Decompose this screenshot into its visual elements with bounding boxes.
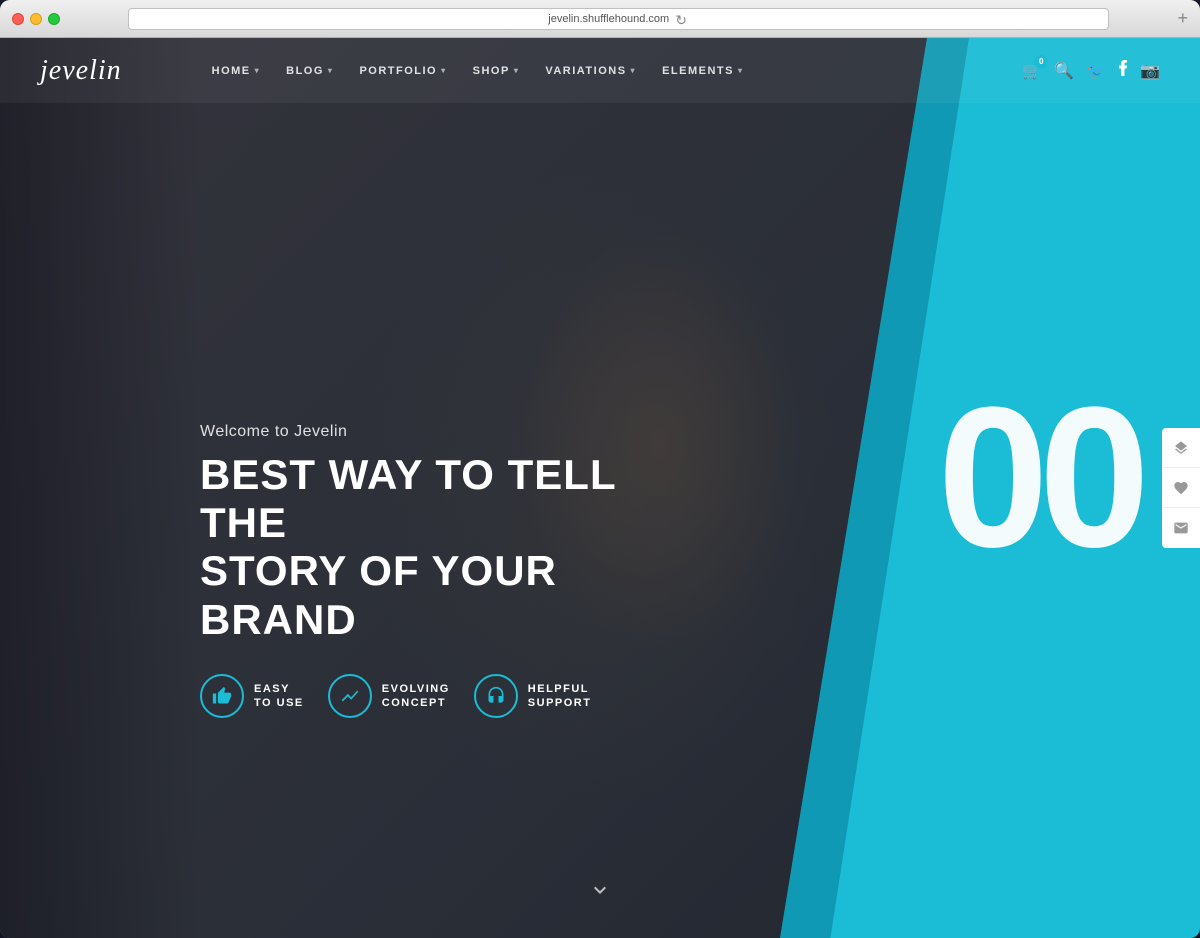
feature-helpful-support: HELPFULSUPPORT <box>474 674 592 718</box>
hero-content: Welcome to Jevelin BEST WAY TO TELL THE … <box>200 423 660 718</box>
nav-item-blog[interactable]: BLOG ▾ <box>276 61 343 81</box>
chevron-down-icon: ▾ <box>255 66 261 75</box>
website-content: 00 jevelin HOME ▾ BLOG ▾ PORTFOLIO ▾ <box>0 38 1200 938</box>
heart-icon[interactable] <box>1162 468 1200 508</box>
new-tab-button[interactable]: + <box>1177 8 1188 29</box>
evolving-concept-label: EVOLVINGCONCEPT <box>382 682 450 711</box>
sidebar-icons <box>1162 428 1200 548</box>
address-bar[interactable]: jevelin.shufflehound.com ↻ <box>128 8 1109 30</box>
helpful-support-label: HELPFULSUPPORT <box>528 682 592 711</box>
hero-title: BEST WAY TO TELL THE STORY OF YOUR BRAND <box>200 451 660 644</box>
feature-evolving-concept: EVOLVINGCONCEPT <box>328 674 450 718</box>
scroll-down-button[interactable] <box>588 878 612 908</box>
traffic-lights <box>12 13 60 25</box>
chevron-down-icon: ▾ <box>441 66 447 75</box>
nav-item-shop[interactable]: SHOP ▾ <box>463 61 530 81</box>
features-row: EASYTO USE EVOLVINGCONCEPT <box>200 674 660 718</box>
mail-icon[interactable] <box>1162 508 1200 548</box>
navbar: jevelin HOME ▾ BLOG ▾ PORTFOLIO ▾ SHOP ▾ <box>0 38 1200 103</box>
browser-window: jevelin.shufflehound.com ↻ + 00 jevelin … <box>0 0 1200 938</box>
site-logo[interactable]: jevelin <box>40 55 122 87</box>
nav-item-portfolio[interactable]: PORTFOLIO ▾ <box>349 61 456 81</box>
nav-icon-group: 🛒 0 🔍 🐦 📷 <box>1022 59 1160 82</box>
browser-titlebar: jevelin.shufflehound.com ↻ + <box>0 0 1200 38</box>
chevron-down-icon: ▾ <box>328 66 334 75</box>
easy-to-use-label: EASYTO USE <box>254 682 304 711</box>
thumbs-up-icon <box>200 674 244 718</box>
search-icon[interactable]: 🔍 <box>1054 61 1074 81</box>
hero-subtitle: Welcome to Jevelin <box>200 423 660 441</box>
nav-item-elements[interactable]: ELEMENTS ▾ <box>652 61 753 81</box>
facebook-icon[interactable] <box>1118 59 1128 82</box>
headphones-icon <box>474 674 518 718</box>
url-text: jevelin.shufflehound.com <box>548 13 669 25</box>
hero-big-number: 00 <box>938 378 1140 578</box>
pulse-icon <box>328 674 372 718</box>
cart-badge: 0 <box>1034 55 1048 69</box>
twitter-icon[interactable]: 🐦 <box>1086 61 1106 81</box>
close-button[interactable] <box>12 13 24 25</box>
feature-easy-to-use: EASYTO USE <box>200 674 304 718</box>
instagram-icon[interactable]: 📷 <box>1140 61 1160 81</box>
cart-icon[interactable]: 🛒 0 <box>1022 61 1042 81</box>
nav-menu: HOME ▾ BLOG ▾ PORTFOLIO ▾ SHOP ▾ VARIATI… <box>202 61 1023 81</box>
nav-item-variations[interactable]: VARIATIONS ▾ <box>535 61 646 81</box>
minimize-button[interactable] <box>30 13 42 25</box>
refresh-icon[interactable]: ↻ <box>675 12 689 26</box>
chevron-down-icon: ▾ <box>738 66 744 75</box>
fullscreen-button[interactable] <box>48 13 60 25</box>
chevron-down-icon: ▾ <box>514 66 520 75</box>
chevron-down-icon: ▾ <box>631 66 637 75</box>
nav-item-home[interactable]: HOME ▾ <box>202 61 271 81</box>
layers-icon[interactable] <box>1162 428 1200 468</box>
